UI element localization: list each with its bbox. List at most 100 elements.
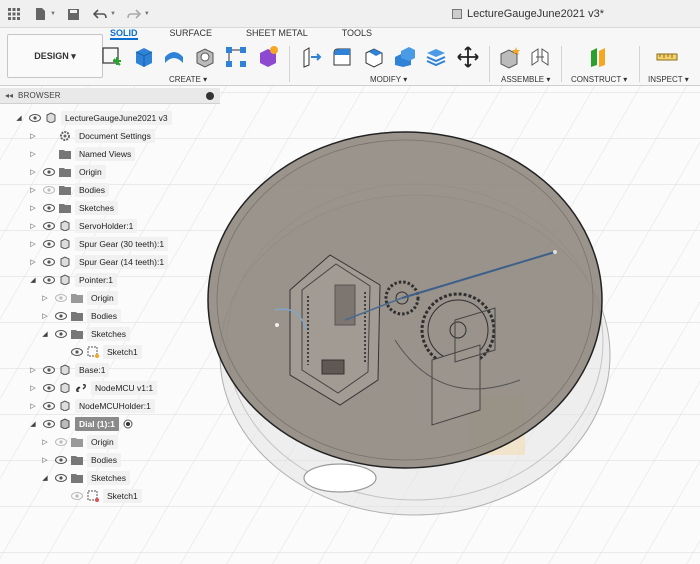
collapse-panel-icon[interactable]: ◂◂: [5, 91, 13, 100]
tree-item-bodies[interactable]: ▷ Bodies: [28, 181, 109, 198]
collapsed-arrow-icon[interactable]: ▷: [40, 294, 50, 302]
joint-icon[interactable]: [528, 45, 552, 69]
tab-solid[interactable]: SOLID: [110, 28, 138, 40]
eye-icon[interactable]: [54, 455, 67, 464]
eye-icon[interactable]: [54, 329, 67, 338]
eye-icon[interactable]: [42, 383, 55, 392]
revolve-icon[interactable]: [162, 45, 186, 69]
design-workspace-button[interactable]: DESIGN ▾: [7, 34, 103, 78]
redo-icon[interactable]: [126, 6, 142, 22]
tree-item-spur-gear-14[interactable]: ▷ Spur Gear (14 teeth):1: [28, 253, 169, 270]
expanded-arrow-icon[interactable]: ◢: [28, 420, 38, 428]
tab-surface[interactable]: SURFACE: [170, 28, 213, 40]
tree-item-dial[interactable]: ◢ Dial (1):1: [28, 415, 133, 432]
fillet-icon[interactable]: [330, 45, 354, 69]
tree-item-sketches[interactable]: ▷ Sketches: [28, 199, 118, 216]
tree-item-pointer-origin[interactable]: ▷ Origin: [40, 289, 118, 306]
tree-item-base[interactable]: ▷ Base:1: [28, 361, 110, 378]
eye-icon[interactable]: [54, 311, 67, 320]
modify-menu[interactable]: MODIFY ▾: [370, 75, 407, 84]
tree-item-document-settings[interactable]: ▷ Document Settings: [28, 127, 155, 144]
browser-panel-header[interactable]: ◂◂ BROWSER: [0, 88, 220, 104]
new-component-icon[interactable]: [498, 45, 522, 69]
save-icon[interactable]: [66, 6, 82, 22]
collapsed-arrow-icon[interactable]: ▷: [28, 240, 38, 248]
expanded-arrow-icon[interactable]: ◢: [14, 114, 24, 122]
tree-item-dial-origin[interactable]: ▷ Origin: [40, 433, 118, 450]
collapsed-arrow-icon[interactable]: ▷: [28, 366, 38, 374]
collapsed-arrow-icon[interactable]: ▷: [28, 186, 38, 194]
measure-icon[interactable]: [655, 45, 679, 69]
tree-item-spur-gear-30[interactable]: ▷ Spur Gear (30 teeth):1: [28, 235, 169, 252]
eye-icon[interactable]: [42, 275, 55, 284]
shell-icon[interactable]: [393, 45, 417, 69]
collapsed-arrow-icon[interactable]: ▷: [28, 258, 38, 266]
create-sketch-icon[interactable]: [100, 45, 124, 69]
tree-item-origin[interactable]: ▷ Origin: [28, 163, 106, 180]
rectangular-pattern-icon[interactable]: [224, 45, 248, 69]
eye-icon[interactable]: [42, 239, 55, 248]
tree-item-root[interactable]: ◢ LectureGaugeJune2021 v3: [14, 109, 172, 126]
eye-icon[interactable]: [42, 401, 55, 410]
eye-icon[interactable]: [70, 347, 83, 356]
collapsed-arrow-icon[interactable]: ▷: [28, 132, 38, 140]
eye-icon[interactable]: [42, 203, 55, 212]
tree-item-dial-sketches[interactable]: ◢ Sketches: [40, 469, 130, 486]
collapsed-arrow-icon[interactable]: ▷: [28, 150, 38, 158]
tree-item-named-views[interactable]: ▷ Named Views: [28, 145, 136, 162]
tab-tools[interactable]: TOOLS: [342, 28, 372, 40]
assemble-menu[interactable]: ASSEMBLE ▾: [501, 75, 550, 84]
tree-item-nodemcu[interactable]: ▷ NodeMCU v1:1: [28, 379, 158, 396]
eye-icon[interactable]: [28, 113, 41, 122]
move-copy-icon[interactable]: [456, 45, 480, 69]
tree-item-servoholder[interactable]: ▷ ServoHolder:1: [28, 217, 138, 234]
tree-item-pointer-sketches[interactable]: ◢ Sketches: [40, 325, 130, 342]
create-form-icon[interactable]: [256, 45, 280, 69]
tree-item-pointer-sketch1[interactable]: Sketch1: [56, 343, 142, 360]
tree-item-dial-sketch1[interactable]: Sketch1: [56, 487, 142, 504]
expanded-arrow-icon[interactable]: ◢: [40, 474, 50, 482]
browser-pin-icon[interactable]: [206, 92, 214, 100]
dial-face[interactable]: [207, 131, 603, 469]
eye-icon[interactable]: [42, 419, 55, 428]
tree-item-dial-bodies[interactable]: ▷ Bodies: [40, 451, 121, 468]
expanded-arrow-icon[interactable]: ◢: [40, 330, 50, 338]
eye-icon[interactable]: [42, 365, 55, 374]
collapsed-arrow-icon[interactable]: ▷: [40, 438, 50, 446]
tree-item-pointer[interactable]: ◢ Pointer:1: [28, 271, 118, 288]
construct-menu[interactable]: CONSTRUCT ▾: [571, 75, 627, 84]
tab-sheet-metal[interactable]: SHEET METAL: [246, 28, 308, 40]
hole-icon[interactable]: [193, 45, 217, 69]
combine-icon[interactable]: [424, 45, 448, 69]
eye-icon[interactable]: [42, 167, 55, 176]
extrude-icon[interactable]: [132, 45, 156, 69]
eye-icon[interactable]: [42, 221, 55, 230]
collapsed-arrow-icon[interactable]: ▷: [40, 456, 50, 464]
undo-caret-icon[interactable]: ▼: [110, 11, 116, 17]
expanded-arrow-icon[interactable]: ◢: [28, 276, 38, 284]
eye-icon[interactable]: [54, 473, 67, 482]
tree-item-nodemcuholder[interactable]: ▷ NodeMCUHolder:1: [28, 397, 155, 414]
collapsed-arrow-icon[interactable]: ▷: [28, 402, 38, 410]
eye-hidden-icon[interactable]: [54, 437, 67, 446]
eye-hidden-icon[interactable]: [70, 491, 83, 500]
collapsed-arrow-icon[interactable]: ▷: [28, 222, 38, 230]
file-menu-icon[interactable]: [32, 6, 48, 22]
eye-hidden-icon[interactable]: [54, 293, 67, 302]
apps-grid-icon[interactable]: [6, 6, 22, 22]
collapsed-arrow-icon[interactable]: ▷: [28, 384, 38, 392]
collapsed-arrow-icon[interactable]: ▷: [40, 312, 50, 320]
redo-caret-icon[interactable]: ▼: [144, 11, 150, 17]
chamfer-icon[interactable]: [362, 45, 386, 69]
collapsed-arrow-icon[interactable]: ▷: [28, 204, 38, 212]
activate-component-radio-icon[interactable]: [123, 419, 133, 429]
tree-item-pointer-bodies[interactable]: ▷ Bodies: [40, 307, 121, 324]
collapsed-arrow-icon[interactable]: ▷: [28, 168, 38, 176]
press-pull-icon[interactable]: [300, 45, 324, 69]
inspect-menu[interactable]: INSPECT ▾: [648, 75, 689, 84]
offset-plane-icon[interactable]: [587, 45, 611, 69]
eye-icon[interactable]: [42, 257, 55, 266]
file-menu-caret-icon[interactable]: ▼: [50, 11, 56, 17]
eye-hidden-icon[interactable]: [42, 185, 55, 194]
undo-icon[interactable]: [92, 6, 108, 22]
